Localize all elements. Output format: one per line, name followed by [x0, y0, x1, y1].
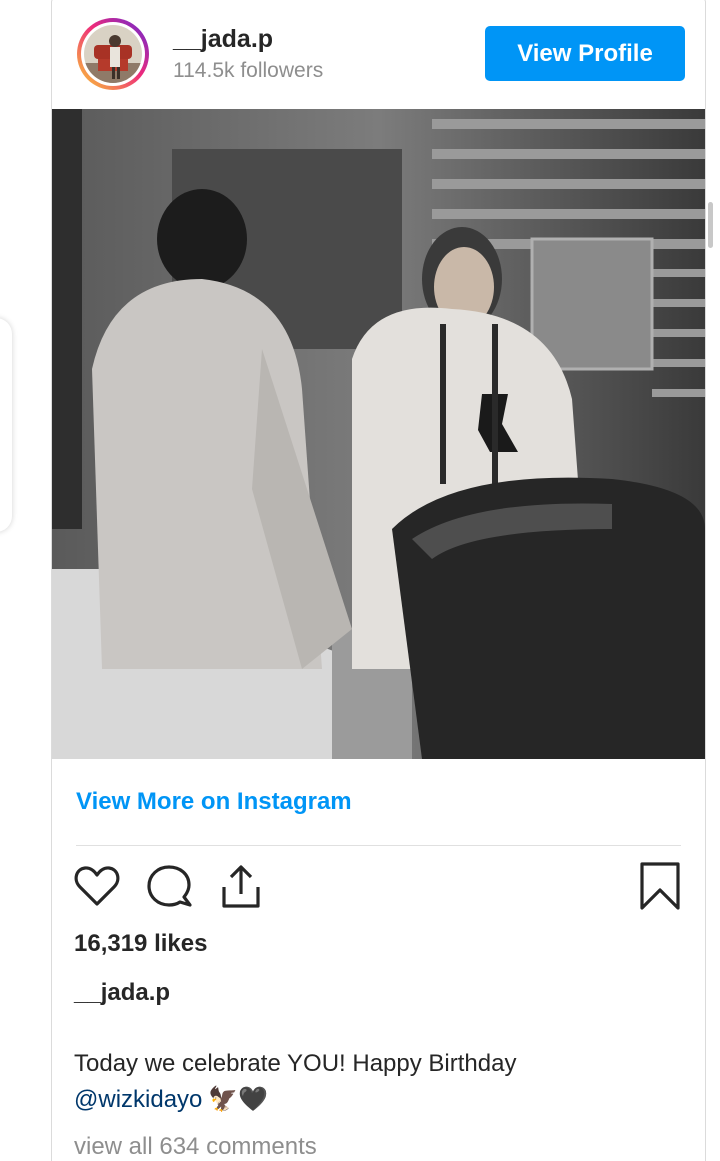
view-profile-button[interactable]: View Profile: [485, 26, 685, 81]
caption-mention[interactable]: @wizkidayo: [74, 1085, 202, 1115]
avatar[interactable]: [84, 25, 142, 83]
instagram-embed-card: __jada.p 114.5k followers View Profile V…: [51, 0, 706, 1161]
page: __jada.p 114.5k followers View Profile V…: [0, 0, 720, 1161]
profile-username[interactable]: __jada.p: [173, 24, 273, 54]
scrollbar-thumb[interactable]: [708, 202, 713, 248]
bookmark-icon[interactable]: [635, 861, 685, 911]
caption-username[interactable]: __jada.p: [74, 978, 170, 1008]
embed-header: __jada.p 114.5k followers View Profile: [52, 0, 705, 109]
share-icon[interactable]: [216, 861, 266, 911]
view-all-comments-link[interactable]: view all 634 comments: [74, 1132, 317, 1161]
heart-icon[interactable]: [72, 861, 122, 911]
caption-emojis: 🦅🖤: [208, 1086, 269, 1113]
comment-bubble-icon[interactable]: [144, 861, 194, 911]
divider: [76, 845, 681, 846]
floating-side-widget[interactable]: [0, 318, 12, 532]
view-more-on-instagram-link[interactable]: View More on Instagram: [76, 787, 352, 817]
caption-text: Today we celebrate YOU! Happy Birthday: [74, 1050, 517, 1077]
avatar-story-ring[interactable]: [77, 18, 149, 90]
post-photo[interactable]: [52, 109, 705, 759]
follower-count: 114.5k followers: [173, 59, 324, 82]
like-count[interactable]: 16,319 likes: [74, 929, 207, 959]
caption-line-2: @wizkidayo 🦅🖤: [74, 1085, 268, 1115]
